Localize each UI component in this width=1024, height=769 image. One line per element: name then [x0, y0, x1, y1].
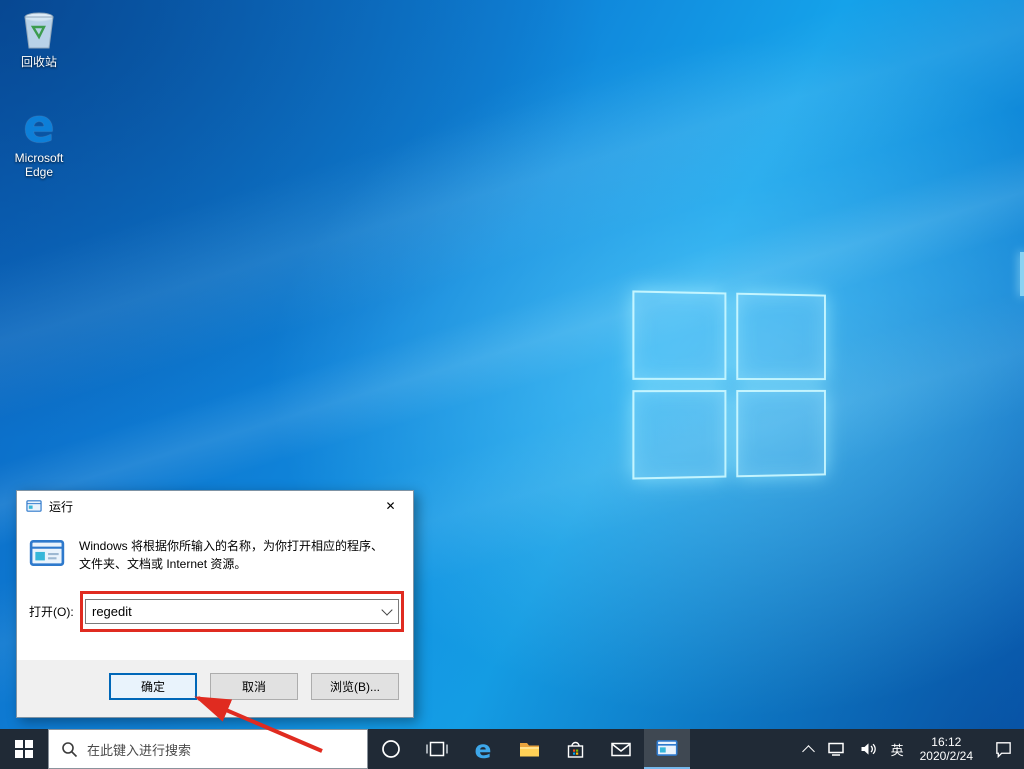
run-window-icon [656, 739, 678, 757]
search-box[interactable]: 在此键入进行搜索 [48, 729, 368, 769]
chevron-down-icon[interactable] [376, 600, 398, 623]
wallpaper-streak [1020, 252, 1024, 296]
open-combobox[interactable]: regedit [85, 599, 399, 624]
tray-date: 2020/2/24 [920, 749, 973, 763]
cortana-icon [380, 738, 402, 760]
volume-icon [859, 741, 877, 757]
windows-logo-pane [632, 290, 726, 380]
run-dialog-body: Windows 将根据你所输入的名称，为你打开相应的程序、 文件夹、文档或 In… [17, 521, 413, 624]
run-dialog-footer: 确定 取消 浏览(B)... [17, 660, 413, 717]
run-taskbar-button[interactable] [644, 729, 690, 769]
edge-taskbar-button[interactable]: e [460, 729, 506, 769]
windows-logo-pane [736, 293, 826, 380]
windows-logo-pane [736, 390, 826, 477]
store-button[interactable] [552, 729, 598, 769]
wallpaper-windows-logo [632, 290, 826, 479]
network-button[interactable] [820, 729, 852, 769]
run-dialog-title: 运行 [49, 498, 368, 515]
close-icon[interactable]: ✕ [368, 491, 413, 521]
browse-button[interactable]: 浏览(B)... [311, 673, 399, 700]
file-explorer-button[interactable] [506, 729, 552, 769]
search-icon [61, 741, 78, 758]
ok-button[interactable]: 确定 [109, 673, 197, 700]
action-center-icon [994, 740, 1013, 758]
cortana-button[interactable] [368, 729, 414, 769]
desktop-icon-label: 回收站 [0, 55, 78, 69]
network-icon [827, 741, 845, 757]
start-button[interactable] [0, 729, 48, 769]
store-icon [565, 739, 586, 760]
volume-button[interactable] [852, 729, 884, 769]
cancel-button[interactable]: 取消 [210, 673, 298, 700]
taskbar-spacer [690, 729, 797, 769]
run-dialog-titlebar[interactable]: 运行 ✕ [17, 491, 413, 521]
clock[interactable]: 16:12 2020/2/24 [911, 729, 982, 769]
mail-icon [610, 741, 632, 758]
file-explorer-icon [518, 739, 541, 759]
run-dialog: 运行 ✕ Windows 将根据你所输入的名称，为你打开相应的程序、 文件夹、文… [16, 490, 414, 718]
open-label: 打开(O): [29, 603, 85, 620]
windows-logo-pane [632, 390, 726, 480]
run-dialog-description: Windows 将根据你所输入的名称，为你打开相应的程序、 文件夹、文档或 In… [79, 537, 383, 573]
search-placeholder: 在此键入进行搜索 [87, 740, 191, 759]
windows-start-icon [15, 740, 33, 758]
edge-icon: e [0, 102, 78, 148]
desktop-icon-microsoft-edge[interactable]: e Microsoft Edge [0, 102, 78, 179]
desktop-icon-label: Microsoft Edge [0, 151, 78, 179]
tray-expand-button[interactable] [797, 729, 820, 769]
desktop-icon-recycle-bin[interactable]: 回收站 [0, 6, 78, 69]
chevron-up-icon [802, 745, 815, 758]
edge-icon: e [475, 737, 492, 762]
task-view-icon [426, 740, 448, 758]
system-tray: 英 16:12 2020/2/24 [797, 729, 1024, 769]
action-center-button[interactable] [982, 729, 1024, 769]
run-dialog-icon [26, 499, 42, 513]
tray-time: 16:12 [931, 735, 961, 749]
run-icon [29, 537, 67, 572]
wallpaper-light-beam [0, 0, 1024, 471]
taskbar: 在此键入进行搜索 e [0, 729, 1024, 769]
ime-indicator[interactable]: 英 [884, 729, 911, 769]
open-combobox-value: regedit [92, 604, 376, 619]
desktop: 回收站 e Microsoft Edge 运行 ✕ [0, 0, 1024, 729]
mail-button[interactable] [598, 729, 644, 769]
task-view-button[interactable] [414, 729, 460, 769]
recycle-bin-icon [0, 6, 78, 52]
